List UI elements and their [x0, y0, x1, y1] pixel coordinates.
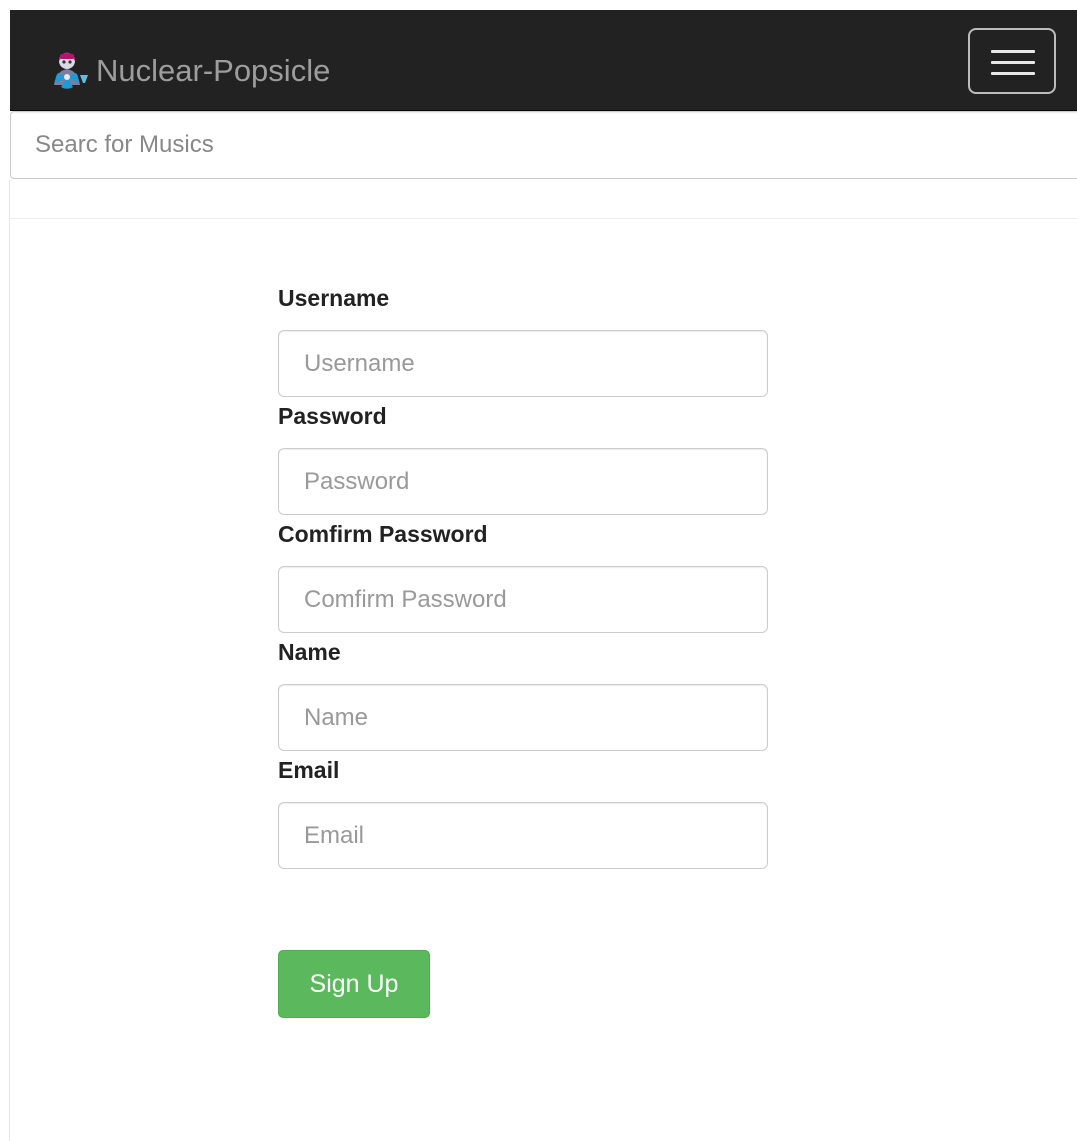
left-border — [9, 180, 10, 1141]
top-strip — [0, 0, 1077, 10]
brand-name: Nuclear-Popsicle — [96, 52, 331, 88]
username-group: Username — [278, 280, 768, 397]
search-input[interactable] — [10, 111, 1077, 179]
radiation-shield-logo-icon — [54, 52, 88, 89]
password-group: Password — [278, 398, 768, 515]
confirm-password-label: Comfirm Password — [278, 521, 488, 547]
navbar-toggle-button[interactable] — [968, 28, 1056, 94]
navbar: Nuclear-Popsicle — [10, 10, 1077, 111]
brand-link[interactable]: Nuclear-Popsicle — [44, 48, 330, 92]
email-label: Email — [278, 757, 340, 783]
password-input[interactable] — [278, 448, 768, 515]
name-group: Name — [278, 634, 768, 751]
name-input[interactable] — [278, 684, 768, 751]
name-label: Name — [278, 639, 341, 665]
email-input[interactable] — [278, 802, 768, 869]
username-input[interactable] — [278, 330, 768, 397]
confirm-password-input[interactable] — [278, 566, 768, 633]
divider — [10, 218, 1077, 219]
page: Nuclear-Popsicle Username Password Comfi… — [0, 0, 1077, 1141]
username-label: Username — [278, 285, 390, 311]
email-group: Email — [278, 752, 768, 869]
confirm-password-group: Comfirm Password — [278, 516, 768, 633]
sign-up-button[interactable]: Sign Up — [278, 950, 430, 1018]
password-label: Password — [278, 403, 387, 429]
